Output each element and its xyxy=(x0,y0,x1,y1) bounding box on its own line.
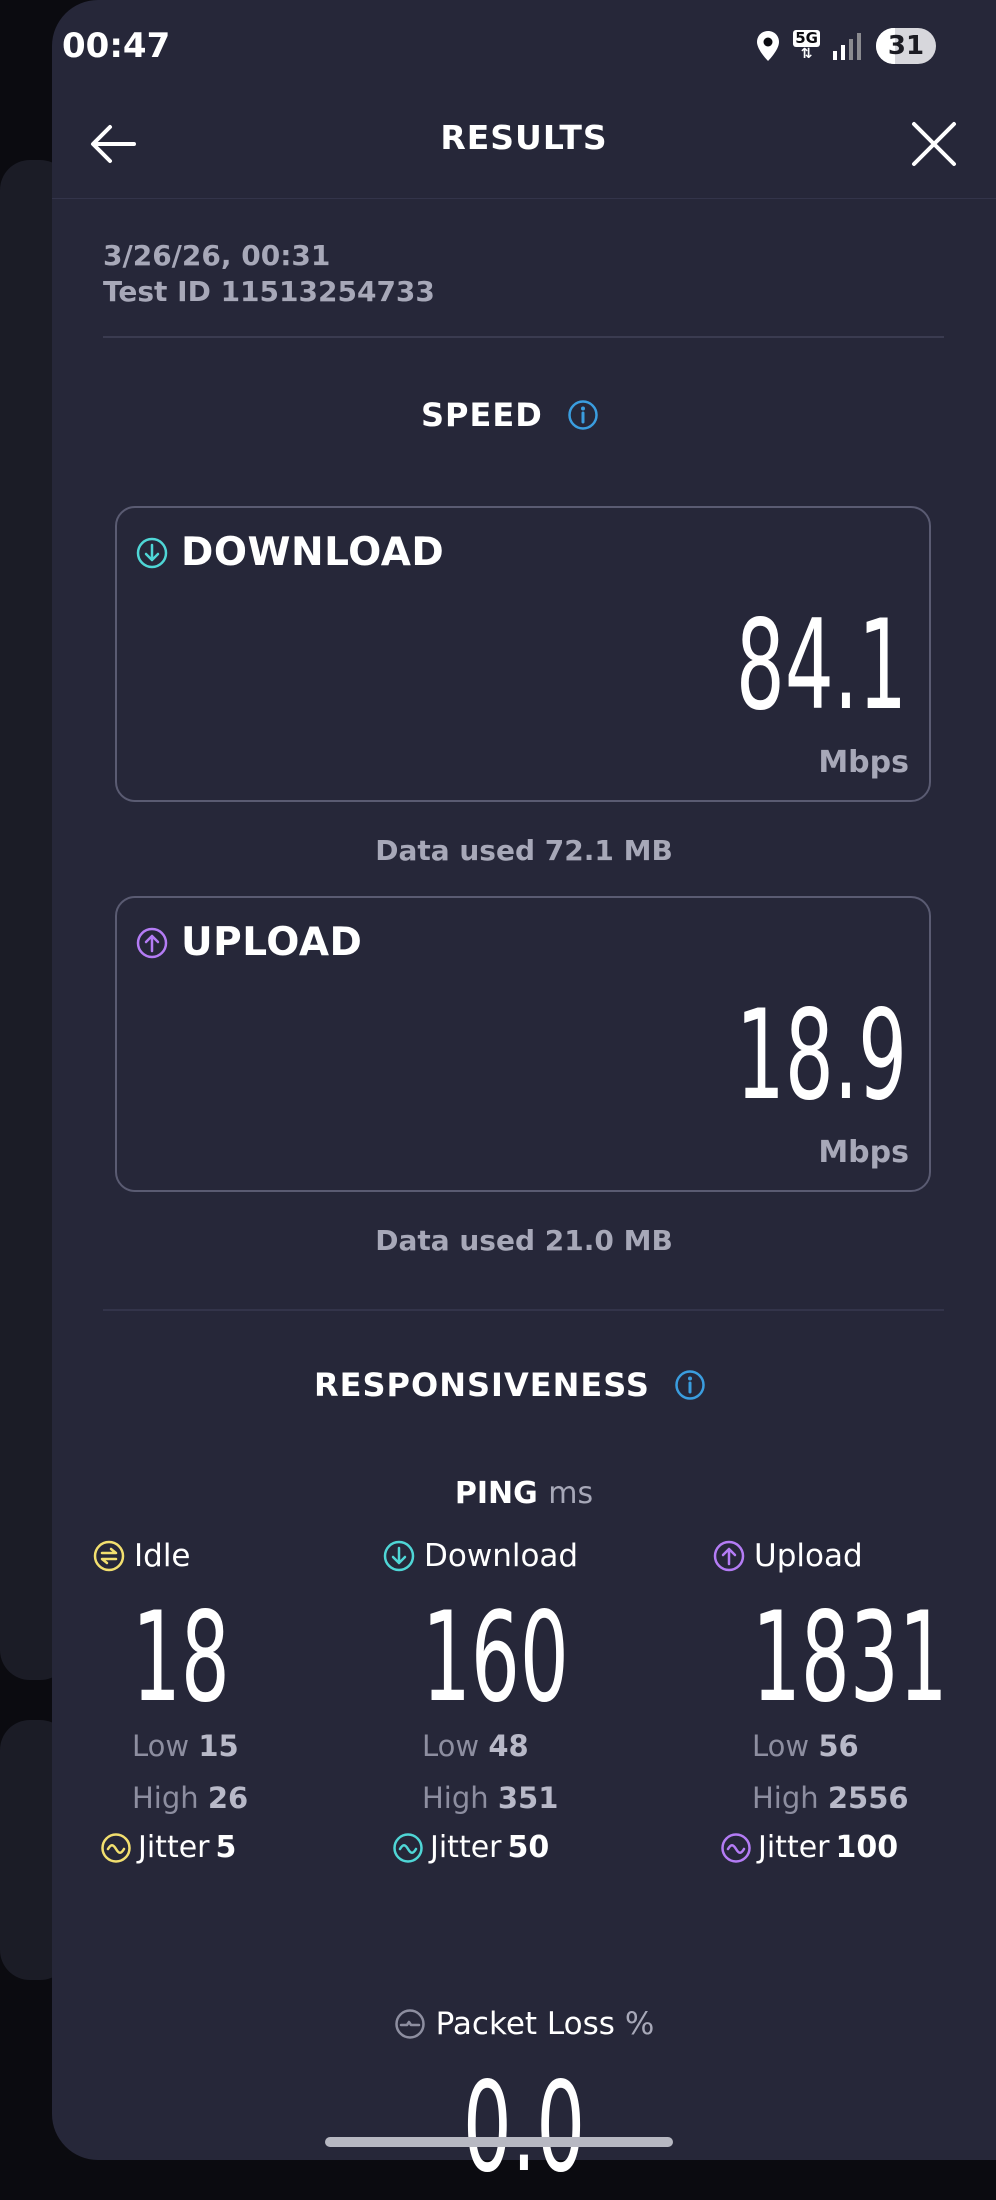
ping-unit: ms xyxy=(548,1476,594,1511)
header-divider xyxy=(52,198,996,199)
upload-card[interactable]: UPLOAD 18.9 Mbps xyxy=(115,896,931,1192)
ping-idle-jitter: Jitter 5 xyxy=(100,1830,392,1865)
upload-arrow-icon xyxy=(713,1540,745,1572)
ping-upload-jitter-label: Jitter xyxy=(758,1830,830,1865)
battery-level: 31 xyxy=(887,31,925,61)
test-id: Test ID 11513254733 xyxy=(103,275,435,308)
ping-upload-header: Upload xyxy=(712,1538,992,1574)
speed-section-title: SPEED xyxy=(421,396,599,434)
upload-value: 18.9 xyxy=(735,984,907,1128)
packet-loss-value: 0.0 xyxy=(462,2056,586,2200)
ping-download-jitter-value: 50 xyxy=(507,1830,550,1865)
ping-download-jitter-label: Jitter xyxy=(430,1830,502,1865)
ping-idle-jitter-value: 5 xyxy=(215,1830,237,1865)
test-meta: 3/26/26, 00:31 Test ID 11513254733 xyxy=(103,238,435,310)
ping-upload-label: Upload xyxy=(754,1538,863,1574)
upload-label: UPLOAD xyxy=(135,920,362,965)
status-bar: 00:47 5G ⇅ 31 xyxy=(0,0,996,90)
signal-icon xyxy=(833,33,861,60)
status-time: 00:47 xyxy=(62,26,171,66)
packet-loss-icon xyxy=(394,2009,425,2039)
page-title: RESULTS xyxy=(440,118,608,157)
download-arrow-icon xyxy=(136,537,168,568)
ping-download-label: Download xyxy=(424,1538,579,1574)
download-data-used: Data used 72.1 MB xyxy=(375,834,673,867)
ping-upload-jitter-value: 100 xyxy=(835,1830,899,1865)
home-indicator[interactable] xyxy=(325,2137,673,2147)
ping-title: PING ms xyxy=(0,1476,996,1511)
download-label-text: DOWNLOAD xyxy=(181,530,445,575)
ping-upload-jitter: Jitter 100 xyxy=(720,1830,992,1865)
jitter-icon xyxy=(393,1832,423,1863)
download-value: 84.1 xyxy=(735,594,907,738)
upload-data-used: Data used 21.0 MB xyxy=(375,1224,673,1257)
download-unit: Mbps xyxy=(818,745,909,780)
ping-idle-jitter-label: Jitter xyxy=(138,1830,210,1865)
packet-loss-header: Packet Loss % xyxy=(0,2006,996,2042)
results-header: RESULTS xyxy=(0,88,996,200)
download-card[interactable]: DOWNLOAD 84.1 Mbps xyxy=(115,506,931,802)
speed-divider xyxy=(103,1309,944,1311)
responsiveness-section-title: RESPONSIVENESS xyxy=(314,1366,706,1404)
test-datetime: 3/26/26, 00:31 xyxy=(103,239,331,272)
ping-idle-high: High 26 xyxy=(132,1781,249,1815)
ping-download-jitter: Jitter 50 xyxy=(392,1830,682,1865)
info-icon[interactable] xyxy=(674,1369,706,1401)
meta-divider xyxy=(103,336,944,338)
idle-icon xyxy=(93,1540,125,1572)
location-icon xyxy=(757,31,780,61)
upload-label-text: UPLOAD xyxy=(181,920,363,965)
info-icon[interactable] xyxy=(567,399,599,431)
ping-download-high: High 351 xyxy=(422,1781,559,1815)
ping-idle-label: Idle xyxy=(134,1538,191,1574)
responsiveness-title: RESPONSIVENESS xyxy=(314,1366,650,1404)
ping-download-header: Download xyxy=(382,1538,682,1574)
download-arrow-icon xyxy=(383,1540,415,1572)
ping-upload: Upload 1831 Low 56 High 2556 Jitter 100 xyxy=(712,1538,992,1865)
upload-unit: Mbps xyxy=(818,1135,909,1170)
packet-loss-unit: % xyxy=(624,2006,655,2042)
ping-idle: Idle 18 Low 15 High 26 Jitter 5 xyxy=(92,1538,392,1865)
ping-download: Download 160 Low 48 High 351 Jitter 50 xyxy=(382,1538,682,1865)
ping-download-value: 160 xyxy=(422,1586,569,1730)
packet-loss-label: Packet Loss xyxy=(435,2006,615,2042)
upload-arrow-icon xyxy=(136,927,168,958)
network-5g-icon: 5G ⇅ xyxy=(793,29,820,62)
jitter-icon xyxy=(101,1832,131,1863)
speed-title: SPEED xyxy=(421,396,543,434)
ping-upload-value: 1831 xyxy=(752,1586,948,1730)
ping-label: PING xyxy=(454,1476,538,1511)
ping-upload-high: High 2556 xyxy=(752,1781,909,1815)
download-label: DOWNLOAD xyxy=(135,530,444,575)
close-icon[interactable] xyxy=(904,114,964,174)
battery-indicator: 31 xyxy=(876,28,936,64)
jitter-icon xyxy=(721,1832,751,1863)
status-icons: 5G ⇅ 31 xyxy=(755,24,936,68)
ping-idle-header: Idle xyxy=(92,1538,392,1574)
ping-idle-value: 18 xyxy=(132,1586,230,1730)
